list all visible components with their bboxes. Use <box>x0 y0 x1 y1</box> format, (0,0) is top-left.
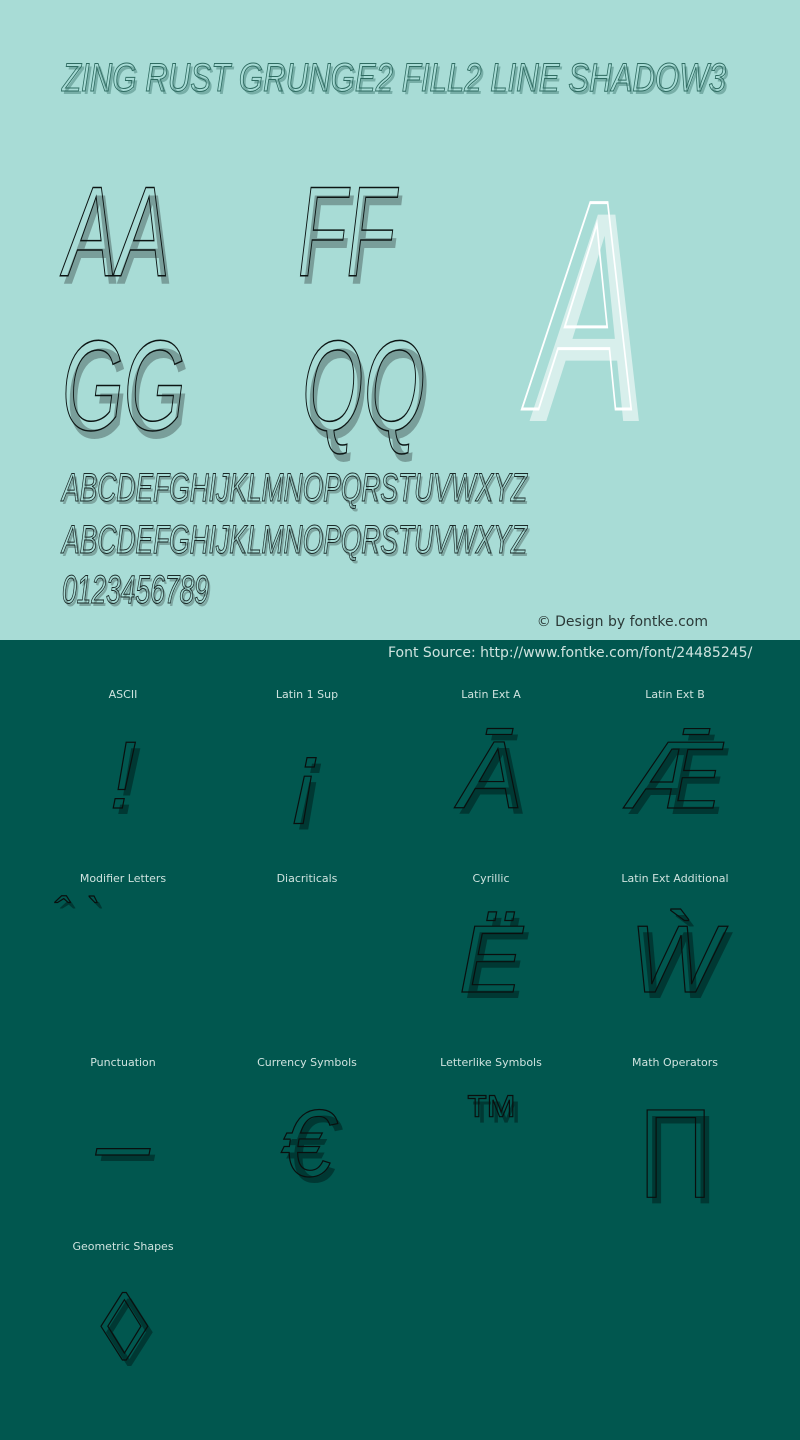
charset-cell-modifier-letters: Modifier Letters ˆ ˋ <box>31 872 215 1056</box>
charset-glyph: ! <box>109 721 137 829</box>
font-source-link[interactable]: Font Source: http://www.fontke.com/font/… <box>388 645 752 661</box>
charset-cell-cyrillic: Cyrillic Ё <box>399 872 583 1056</box>
charset-cell-diacriticals: Diacriticals <box>215 872 399 1056</box>
charset-label: ASCII <box>108 688 138 701</box>
charset-label: Punctuation <box>90 1056 156 1069</box>
charset-cell-geometric-shapes: Geometric Shapes ◊ <box>31 1240 215 1424</box>
charset-label: Latin Ext Additional <box>621 872 729 885</box>
charset-glyph: ™ <box>462 1082 519 1146</box>
charset-cell-latin-ext-additional: Latin Ext Additional Ẁ <box>583 872 767 1056</box>
charset-glyph: Ẁ <box>629 905 721 1013</box>
charset-glyph: € <box>280 1089 335 1197</box>
font-preview-panel: ZING RUST GRUNGE2 FILL2 LINE SHADOW3 AA … <box>0 0 800 640</box>
charset-cell-currency-symbols: Currency Symbols € <box>215 1056 399 1240</box>
uppercase-sample-row-2: ABCDEFGHIJKLMNOPQRSTUVWXYZ <box>62 518 528 563</box>
charset-cell-latin-1-sup: Latin 1 Sup ¡ <box>215 688 399 872</box>
charset-cell-ascii: ASCII ! <box>31 688 215 872</box>
charset-cell-latin-ext-b: Latin Ext B Ǣ <box>583 688 767 872</box>
charset-label: Latin 1 Sup <box>275 688 339 701</box>
charset-cell-punctuation: Punctuation – <box>31 1056 215 1240</box>
glyph-pair-ff: FF <box>298 161 396 304</box>
charset-label: Modifier Letters <box>79 872 167 885</box>
charset-label: Cyrillic <box>472 872 510 885</box>
uppercase-sample-row-1: ABCDEFGHIJKLMNOPQRSTUVWXYZ <box>62 466 528 511</box>
glyph-pair-aa: AA <box>64 161 171 304</box>
charset-glyph: ∏ <box>635 1089 715 1197</box>
charset-label: Latin Ext B <box>645 688 705 701</box>
charset-glyph: ¡ <box>290 721 323 829</box>
charset-glyph: Ё <box>458 905 524 1013</box>
charset-glyph: Ǣ <box>626 721 723 829</box>
glyph-pair-qq: QQ <box>302 315 426 458</box>
design-credit: © Design by fontke.com <box>536 614 708 630</box>
charset-cell-letterlike-symbols: Letterlike Symbols ™ <box>399 1056 583 1240</box>
charset-glyph: Ā <box>458 721 524 829</box>
charset-glyph: ˆ ˋ <box>52 888 99 942</box>
glyph-pair-gg: GG <box>62 315 186 458</box>
hero-glyph: A <box>529 137 641 473</box>
charset-label: Math Operators <box>632 1056 718 1069</box>
charset-label: Letterlike Symbols <box>440 1056 542 1069</box>
charset-label: Geometric Shapes <box>72 1240 174 1253</box>
charset-label: Latin Ext A <box>461 688 521 701</box>
charset-cell-latin-ext-a: Latin Ext A Ā <box>399 688 583 872</box>
font-name-title: ZING RUST GRUNGE2 FILL2 LINE SHADOW3 <box>62 56 727 101</box>
charset-cell-math-operators: Math Operators ∏ <box>583 1056 767 1240</box>
charset-glyph: – <box>96 1089 151 1197</box>
charset-label: Diacriticals <box>276 872 338 885</box>
charset-glyph: ◊ <box>99 1273 148 1381</box>
charset-label: Currency Symbols <box>257 1056 357 1069</box>
digits-sample-row: 0123456789 <box>62 568 209 613</box>
